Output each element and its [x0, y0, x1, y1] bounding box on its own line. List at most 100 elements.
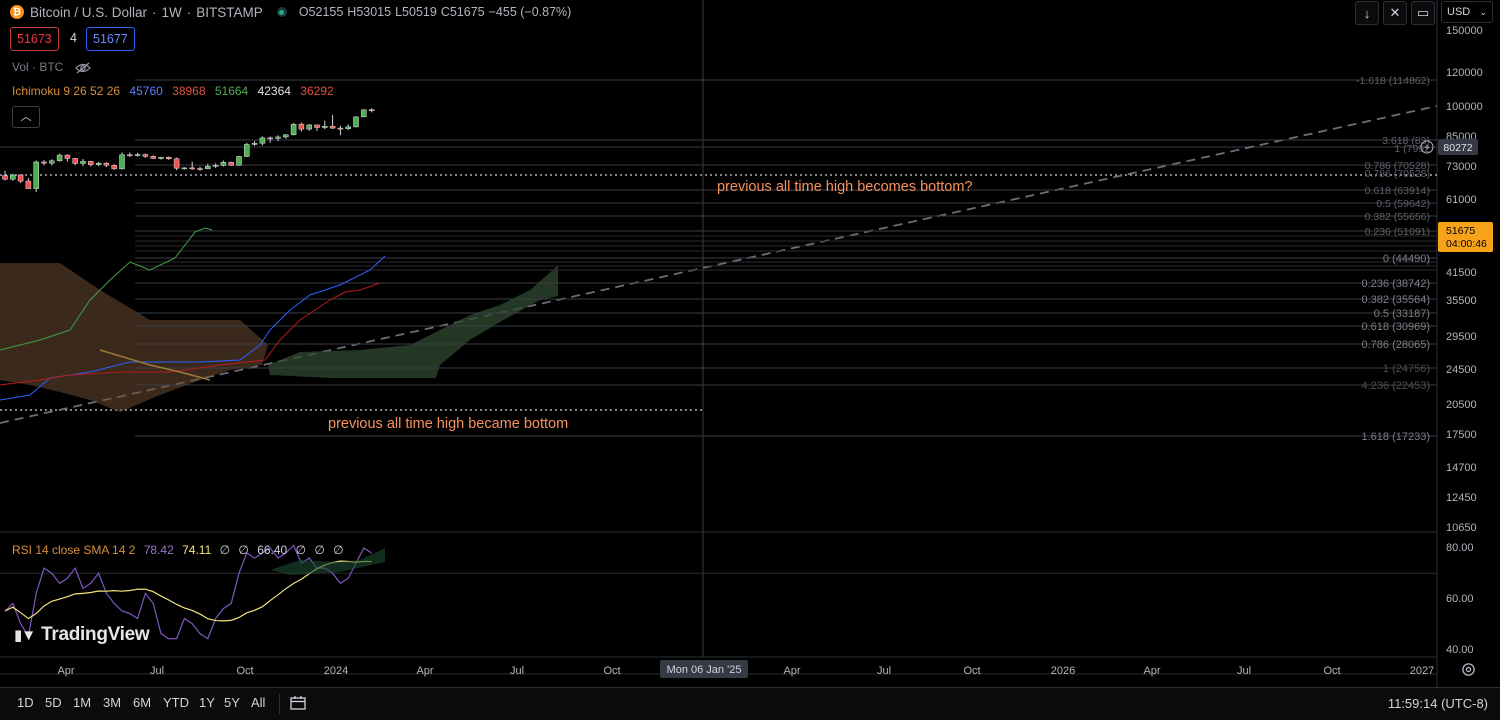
- timeframe-3m[interactable]: 3M: [103, 695, 121, 710]
- candle-body: [314, 124, 320, 128]
- rsi-empty-value: ∅: [238, 543, 249, 557]
- rsi-empty-value: ∅: [295, 543, 307, 557]
- rsi-tick-label: 40.00: [1446, 644, 1474, 656]
- price-tick-label: 12450: [1446, 492, 1477, 504]
- candle-body: [251, 142, 258, 145]
- timeframe-ytd[interactable]: YTD: [163, 695, 189, 710]
- timeframe-5d[interactable]: 5D: [45, 695, 62, 710]
- currency-select[interactable]: USD ⌄: [1441, 1, 1493, 23]
- ichimoku-cloud-bullish: [268, 265, 558, 378]
- candle-body: [259, 137, 266, 144]
- fib-level-label: 1 (24756): [1383, 363, 1430, 375]
- price-tick-label: 29500: [1446, 331, 1477, 343]
- candle-body: [10, 174, 16, 180]
- candle-body: [368, 109, 375, 111]
- candle-body: [2, 175, 8, 180]
- chevron-down-icon: ⌄: [1479, 6, 1487, 17]
- rsi-level-value: 66.40: [257, 543, 288, 557]
- rsi-empty-value: ∅: [219, 543, 231, 557]
- candle-body: [173, 158, 180, 169]
- symbol-name[interactable]: Bitcoin / U.S. Dollar: [30, 5, 147, 20]
- timeframe-all[interactable]: All: [251, 695, 265, 710]
- ohlc-values: O52155 H53015 L50519 C51675 −455 (−0.87%): [299, 5, 576, 19]
- candle-body: [353, 116, 359, 128]
- price-tick-label: 73000: [1446, 161, 1477, 173]
- time-tick-label: Oct: [1323, 665, 1340, 677]
- candle-body: [267, 137, 273, 140]
- price-tick-label: 120000: [1446, 67, 1483, 79]
- ichimoku-legend[interactable]: Ichimoku 9 26 52 26 45760 38968 51664 42…: [12, 84, 334, 98]
- candle-body: [127, 154, 133, 157]
- candle-body: [95, 162, 102, 165]
- price-change: −455 (−0.87%): [488, 5, 572, 19]
- fib-level-label: 0.382 (55656): [1365, 211, 1430, 223]
- fib-level-label: 0.382 (35564): [1362, 294, 1431, 306]
- bitcoin-icon: ₿: [10, 5, 24, 19]
- logo-text: TradingView: [41, 624, 150, 645]
- fib-level-label: -1.618 (114862): [1356, 75, 1430, 87]
- fullscreen-icon[interactable]: ▭: [1411, 1, 1435, 25]
- rsi-legend[interactable]: RSI 14 close SMA 14 2 78.42 74.11 ∅ ∅ 66…: [12, 543, 344, 557]
- clock[interactable]: 11:59:14 (UTC-8): [1388, 696, 1488, 711]
- candle-body: [236, 156, 242, 166]
- timeframe-1y[interactable]: 1Y: [199, 695, 215, 710]
- candle-body: [197, 168, 203, 170]
- collapse-icon[interactable]: ✕: [1383, 1, 1407, 25]
- timeframe-1d[interactable]: 1D: [17, 695, 34, 710]
- separator: ·: [152, 4, 157, 20]
- timeframe-5y[interactable]: 5Y: [224, 695, 240, 710]
- candle-body: [111, 165, 117, 170]
- timeframe-6m[interactable]: 6M: [133, 695, 151, 710]
- rsi-tick-label: 60.00: [1446, 593, 1474, 605]
- ichimoku-label: Ichimoku 9 26 52 26: [12, 84, 121, 98]
- price-tick-label: 100000: [1446, 101, 1483, 113]
- candle-body: [322, 126, 328, 128]
- fib-level-label: 4.236 (22453): [1362, 380, 1431, 392]
- exchange: BITSTAMP: [196, 4, 263, 20]
- sell-button[interactable]: 51673: [10, 27, 59, 51]
- tradingview-logo[interactable]: ▮▼ TradingView: [14, 624, 150, 646]
- price-tick-label: 14700: [1446, 462, 1477, 474]
- candle-body: [283, 134, 289, 138]
- ohlc-open: O52155: [298, 5, 344, 19]
- tradingview-mark-icon: ▮▼: [14, 627, 36, 644]
- candle-body: [212, 165, 219, 167]
- gear-icon[interactable]: [1461, 662, 1476, 677]
- time-tick-label: Jul: [150, 665, 164, 677]
- candle-body: [290, 123, 297, 136]
- candle-body: [80, 161, 86, 164]
- candle-body: [72, 158, 78, 164]
- candle-body: [345, 126, 351, 129]
- bottom-toolbar: 1D 5D 1M 3M 6M YTD 1Y 5Y All 11:59:14 (U…: [0, 687, 1500, 720]
- crosshair-price: 80272: [1443, 142, 1472, 154]
- candle-body: [119, 154, 125, 170]
- price-tick-label: 41500: [1446, 267, 1477, 279]
- candle-body: [150, 156, 156, 159]
- price-tick-label: 17500: [1446, 429, 1477, 441]
- candle-body: [220, 162, 227, 166]
- current-price: 51675: [1446, 225, 1475, 237]
- ohlc-low: L50519: [395, 5, 437, 19]
- ichimoku-value: 45760: [129, 84, 163, 98]
- chevron-up-icon[interactable]: ︿: [12, 106, 40, 128]
- price-tick-label: 24500: [1446, 364, 1477, 376]
- ohlc-high: H53015: [347, 5, 392, 19]
- rsi-value: 78.42: [143, 543, 174, 557]
- eye-off-icon[interactable]: [74, 62, 91, 74]
- fib-level-label: 0 (44490): [1383, 253, 1430, 265]
- candle-body: [361, 109, 367, 118]
- chart-canvas[interactable]: -1.618 (114862)3.618 (83)0.786 (70528)0.…: [0, 0, 1500, 687]
- fib-level-label: 1.618 (17233): [1362, 431, 1431, 443]
- annotation-top: previous all time high becomes bottom?: [717, 179, 973, 195]
- rsi-empty-value: ∅: [314, 543, 325, 557]
- candle-body: [181, 167, 188, 170]
- add-alert-icon-plus: +: [1424, 142, 1430, 154]
- buy-button[interactable]: 51677: [86, 27, 135, 51]
- date-range-icon[interactable]: [290, 696, 306, 710]
- ichimoku-value: 42364: [257, 84, 291, 98]
- interval[interactable]: 1W: [162, 5, 182, 20]
- timeframe-1m[interactable]: 1M: [73, 695, 91, 710]
- arrow-down-icon[interactable]: ↓: [1355, 1, 1379, 25]
- candle-body: [298, 123, 305, 130]
- volume-legend[interactable]: Vol · BTC: [12, 60, 91, 74]
